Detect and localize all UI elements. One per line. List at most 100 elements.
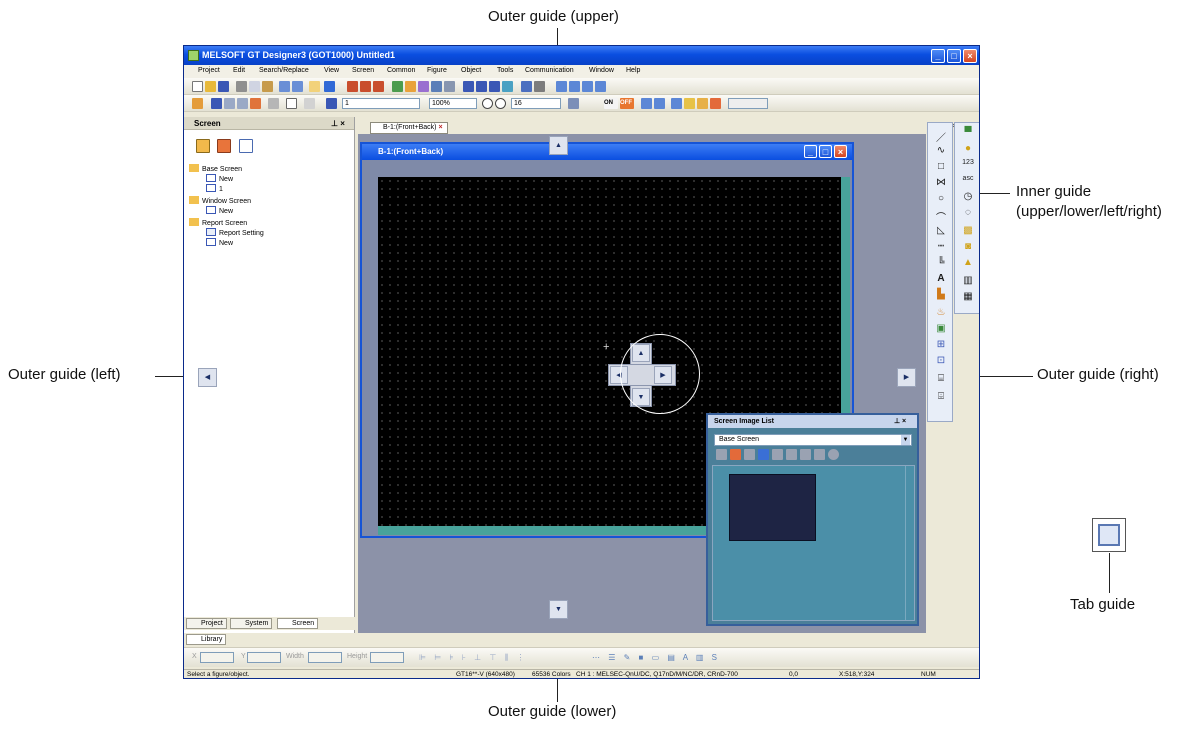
layer-front-icon[interactable] [671, 98, 682, 109]
fill-tool-icon[interactable]: ♨ [933, 307, 949, 318]
new-file-icon[interactable] [192, 81, 203, 92]
screen-report-icon[interactable] [373, 81, 384, 92]
tab-b1[interactable]: B-1:(Front+Back) × [370, 122, 448, 134]
sil-edit-icon[interactable] [744, 449, 755, 460]
device-display-icon[interactable] [641, 98, 652, 109]
screen-edit-icon[interactable] [211, 98, 222, 109]
project-setting-icon[interactable] [405, 81, 416, 92]
tab-system[interactable]: System [230, 618, 273, 629]
polyline-tool-icon[interactable]: ∿ [933, 145, 949, 156]
paste-icon[interactable] [262, 81, 273, 92]
fill-color-icon[interactable] [304, 98, 315, 109]
panel-delete-screen-icon[interactable] [217, 139, 231, 153]
menu-view[interactable]: View [324, 67, 339, 74]
outer-guide-upper[interactable]: ▲ [549, 136, 568, 155]
next-screen-icon[interactable] [237, 98, 248, 109]
piping-tool-icon[interactable]: ╚ [933, 257, 949, 268]
sil-new-icon[interactable] [730, 449, 741, 460]
read-got-icon[interactable] [489, 81, 500, 92]
monitor-icon[interactable] [521, 81, 532, 92]
grid-icon[interactable] [568, 98, 579, 109]
ungroup-tool-icon[interactable]: ⌹ [933, 391, 949, 402]
data-search-icon[interactable] [582, 81, 593, 92]
sil-paste-icon[interactable] [800, 449, 811, 460]
sil-pin-icon[interactable]: ⊥ × [894, 415, 906, 428]
layer-back-icon[interactable] [684, 98, 695, 109]
editor-close-button[interactable]: × [834, 145, 847, 158]
lamp-object-icon[interactable]: ● [960, 143, 976, 154]
data-browser-icon[interactable] [444, 81, 455, 92]
tree-base-1[interactable]: 1 [206, 184, 223, 193]
cut-icon[interactable] [236, 81, 247, 92]
clock-object-icon[interactable]: ◷ [960, 191, 976, 202]
zoom-area-icon[interactable] [326, 98, 337, 109]
abc-icon[interactable] [534, 81, 545, 92]
ascii-display-icon[interactable]: asc [960, 175, 976, 182]
data-transfer-icon[interactable] [556, 81, 567, 92]
tree-report-screen[interactable]: Report Screen [189, 218, 247, 227]
sil-open-icon[interactable] [716, 449, 727, 460]
layer-all-icon[interactable] [710, 98, 721, 109]
zoom-out-icon[interactable] [495, 98, 506, 109]
parts-object-icon[interactable]: ▩ [960, 225, 976, 236]
menu-communication[interactable]: Communication [525, 67, 574, 74]
sil-scrollbar[interactable] [905, 466, 914, 620]
alarm-object-icon[interactable]: ▲ [960, 257, 976, 268]
sil-copy-icon[interactable] [786, 449, 797, 460]
sil-cut-icon[interactable] [772, 449, 783, 460]
screen-thumbnail[interactable] [729, 474, 816, 541]
close-button[interactable]: × [963, 49, 977, 63]
outer-guide-left[interactable]: ◀ [198, 368, 217, 387]
select-pointer-icon[interactable] [309, 81, 320, 92]
undo-icon[interactable] [279, 81, 290, 92]
screen-number-combo[interactable]: 1 [342, 98, 420, 109]
tree-report-new[interactable]: New [206, 238, 233, 247]
panel-pin-icon[interactable]: ⊥ × [331, 117, 345, 130]
tab-project[interactable]: Project [186, 618, 227, 629]
tab-library[interactable]: Library [186, 634, 227, 645]
sil-image-icon[interactable] [758, 449, 769, 460]
zoom-combo[interactable]: 100% [429, 98, 477, 109]
object-id-icon[interactable] [654, 98, 665, 109]
library-icon[interactable] [418, 81, 429, 92]
tab-close-icon[interactable]: × [438, 124, 442, 131]
menu-window[interactable]: Window [589, 67, 614, 74]
tab-screen[interactable]: Screen [277, 618, 319, 629]
height-input[interactable] [370, 652, 404, 663]
line-tool-icon[interactable]: ／ [933, 129, 949, 144]
polygon-tool-icon[interactable]: ⋈ [933, 177, 949, 188]
menu-project[interactable]: Project [198, 67, 220, 74]
menu-figure[interactable]: Figure [427, 67, 447, 74]
dxf-tool-icon[interactable]: ⊞ [933, 339, 949, 350]
sil-delete-icon[interactable] [814, 449, 825, 460]
group-tool-icon[interactable]: ⌸ [933, 373, 949, 384]
sil-info-icon[interactable] [828, 449, 839, 460]
circle-tool-icon[interactable]: ○ [933, 193, 949, 204]
scale-tool-icon[interactable]: ┉ [933, 241, 949, 252]
switch-object-icon[interactable]: ▀ [960, 127, 976, 138]
screen-new-icon[interactable] [192, 98, 203, 109]
menu-screen[interactable]: Screen [352, 67, 374, 74]
preview-icon[interactable] [463, 81, 474, 92]
bitmap-tool-icon[interactable]: ⊡ [933, 355, 949, 366]
numeric-display-icon[interactable]: 123 [960, 159, 976, 166]
comment-object-icon[interactable]: ◌ [960, 207, 976, 218]
tree-base-new[interactable]: New [206, 174, 233, 183]
help-icon[interactable] [324, 81, 335, 92]
device-list-icon[interactable] [431, 81, 442, 92]
outer-guide-right[interactable]: ▶ [897, 368, 916, 387]
chevron-down-icon[interactable]: ▼ [901, 435, 910, 445]
menu-common[interactable]: Common [387, 67, 415, 74]
sector-tool-icon[interactable]: ◺ [933, 225, 949, 236]
common-setting-icon[interactable] [392, 81, 403, 92]
maximize-button[interactable]: □ [947, 49, 961, 63]
trigger-object-icon[interactable]: ▦ [960, 291, 976, 302]
tree-window-screen[interactable]: Window Screen [189, 196, 251, 205]
data-check-icon[interactable] [569, 81, 580, 92]
image-tool-icon[interactable]: ▣ [933, 323, 949, 334]
panel-properties-icon[interactable] [239, 139, 253, 153]
on-button[interactable]: ON [604, 98, 618, 109]
minimize-button[interactable]: _ [931, 49, 945, 63]
layer-both-icon[interactable] [697, 98, 708, 109]
tree-report-setting[interactable]: Report Setting [206, 228, 264, 237]
